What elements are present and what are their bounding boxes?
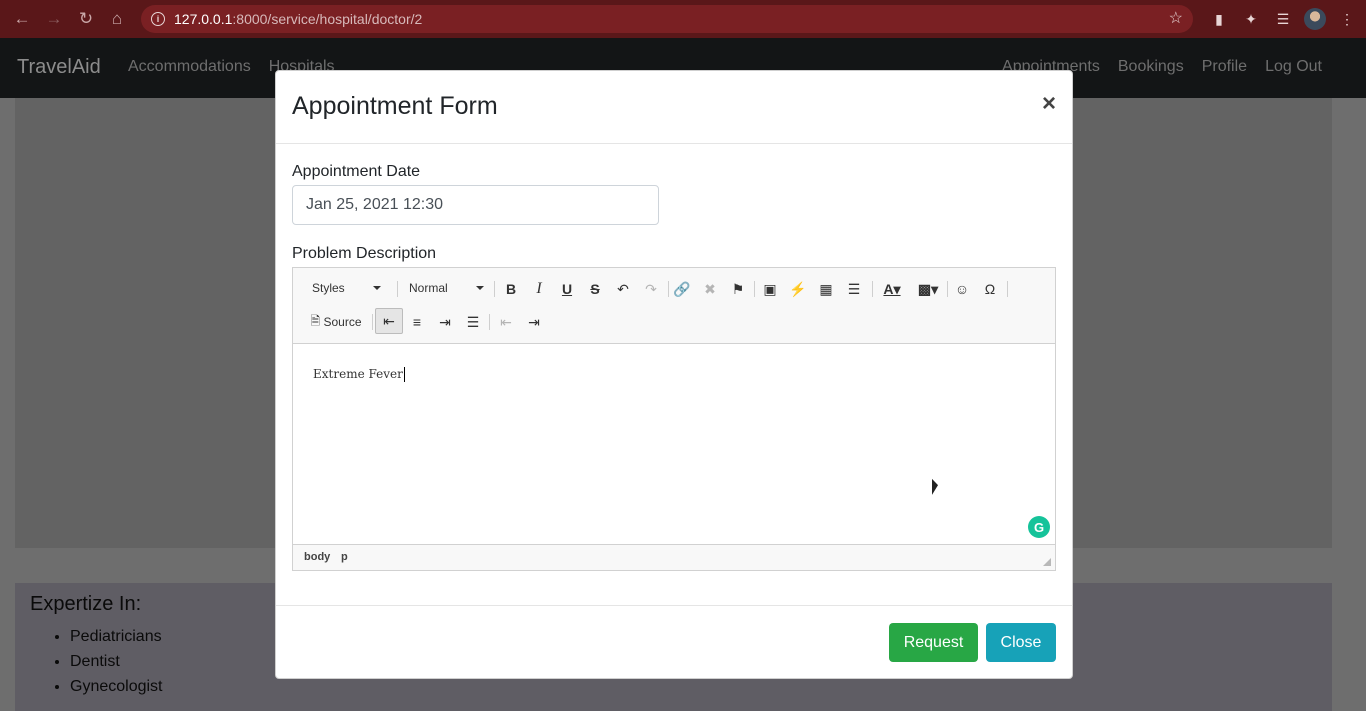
appointment-date-input[interactable]: Jan 25, 2021 12:30 <box>292 185 659 225</box>
reload-icon[interactable]: ↻ <box>70 3 102 35</box>
media-queue-icon[interactable]: ☰ <box>1272 6 1294 32</box>
bold-icon[interactable]: B <box>500 278 522 300</box>
image-icon[interactable]: ▣ <box>759 278 781 300</box>
modal-header: Appointment Form × <box>276 71 1072 144</box>
strikethrough-icon[interactable]: S <box>584 278 606 300</box>
anchor-flag-icon[interactable]: ⚑ <box>727 278 749 300</box>
date-label: Appointment Date <box>292 163 421 180</box>
site-info-icon[interactable]: i <box>151 12 165 26</box>
problem-label: Problem Description <box>292 245 437 262</box>
address-bar[interactable]: i 127.0.0.1:8000/service/hospital/doctor… <box>141 5 1193 33</box>
nav-link-bookings[interactable]: Bookings <box>1118 58 1184 76</box>
nav-link-logout[interactable]: Log Out <box>1265 58 1322 76</box>
redo-icon[interactable]: ↷ <box>640 278 662 300</box>
nav-link-accommodations[interactable]: Accommodations <box>128 58 251 76</box>
smiley-icon[interactable]: ☺ <box>951 278 973 300</box>
appointment-modal: Appointment Form × Appointment Date Jan … <box>275 70 1073 679</box>
brand-logo[interactable]: TravelAid <box>17 56 101 79</box>
path-body[interactable]: body <box>304 551 330 563</box>
mouse-cursor-icon <box>932 478 938 498</box>
horizontal-line-icon[interactable]: ☰ <box>843 278 865 300</box>
editor-content-area[interactable]: Extreme Fever G <box>293 344 1055 544</box>
reading-mode-icon[interactable]: ▮ <box>1208 6 1230 32</box>
undo-icon[interactable]: ↶ <box>612 278 634 300</box>
format-dropdown[interactable]: Normal <box>409 281 484 295</box>
element-path-bar: body p <box>293 544 1055 570</box>
resize-handle-icon[interactable] <box>1043 558 1051 566</box>
special-char-icon[interactable]: Ω <box>979 278 1001 300</box>
outdent-icon[interactable]: ⇤ <box>495 311 517 333</box>
modal-title: Appointment Form <box>292 92 498 120</box>
source-button[interactable]: 🗎 Source <box>305 311 367 333</box>
align-justify-icon[interactable]: ☰ <box>462 311 484 333</box>
profile-avatar[interactable] <box>1304 8 1326 30</box>
align-left-icon[interactable]: ⇤ <box>375 308 403 334</box>
modal-footer: Request Close <box>276 605 1072 679</box>
forward-icon[interactable]: → <box>38 3 70 35</box>
background-color-icon[interactable]: ▩▾ <box>913 278 943 300</box>
align-center-icon[interactable]: ≡ <box>406 311 428 333</box>
path-p[interactable]: p <box>341 551 348 563</box>
menu-kebab-icon[interactable]: ⋮ <box>1336 6 1358 32</box>
text-color-icon[interactable]: A▾ <box>877 278 907 300</box>
browser-toolbar: ← → ↻ ⌂ i 127.0.0.1:8000/service/hospita… <box>0 0 1366 38</box>
home-icon[interactable]: ⌂ <box>101 3 133 35</box>
link-icon[interactable]: 🔗 <box>671 278 693 300</box>
editor-toolbar: Styles Normal B I U S ↶ ↷ 🔗 ✖ ⚑ ▣ ⚡ ▦ ☰ … <box>293 268 1055 344</box>
unlink-icon[interactable]: ✖ <box>699 278 721 300</box>
underline-icon[interactable]: U <box>556 278 578 300</box>
request-button[interactable]: Request <box>889 623 978 662</box>
grammarly-icon[interactable]: G <box>1028 516 1050 538</box>
close-icon[interactable]: × <box>1042 90 1056 118</box>
bookmark-star-icon[interactable]: ☆ <box>1169 8 1183 28</box>
extensions-icon[interactable]: ✦ <box>1240 6 1262 32</box>
italic-icon[interactable]: I <box>528 278 550 300</box>
styles-dropdown[interactable]: Styles <box>312 281 381 295</box>
close-button[interactable]: Close <box>986 623 1056 662</box>
nav-link-profile[interactable]: Profile <box>1202 58 1247 76</box>
rich-text-editor: Styles Normal B I U S ↶ ↷ 🔗 ✖ ⚑ ▣ ⚡ ▦ ☰ … <box>292 267 1056 571</box>
url-text: 127.0.0.1:8000/service/hospital/doctor/2 <box>174 11 423 27</box>
table-icon[interactable]: ▦ <box>815 278 837 300</box>
indent-icon[interactable]: ⇥ <box>523 311 545 333</box>
back-icon[interactable]: ← <box>6 3 38 35</box>
align-right-icon[interactable]: ⇥ <box>434 311 456 333</box>
editor-text: Extreme Fever <box>313 367 405 382</box>
flash-icon[interactable]: ⚡ <box>787 278 809 300</box>
